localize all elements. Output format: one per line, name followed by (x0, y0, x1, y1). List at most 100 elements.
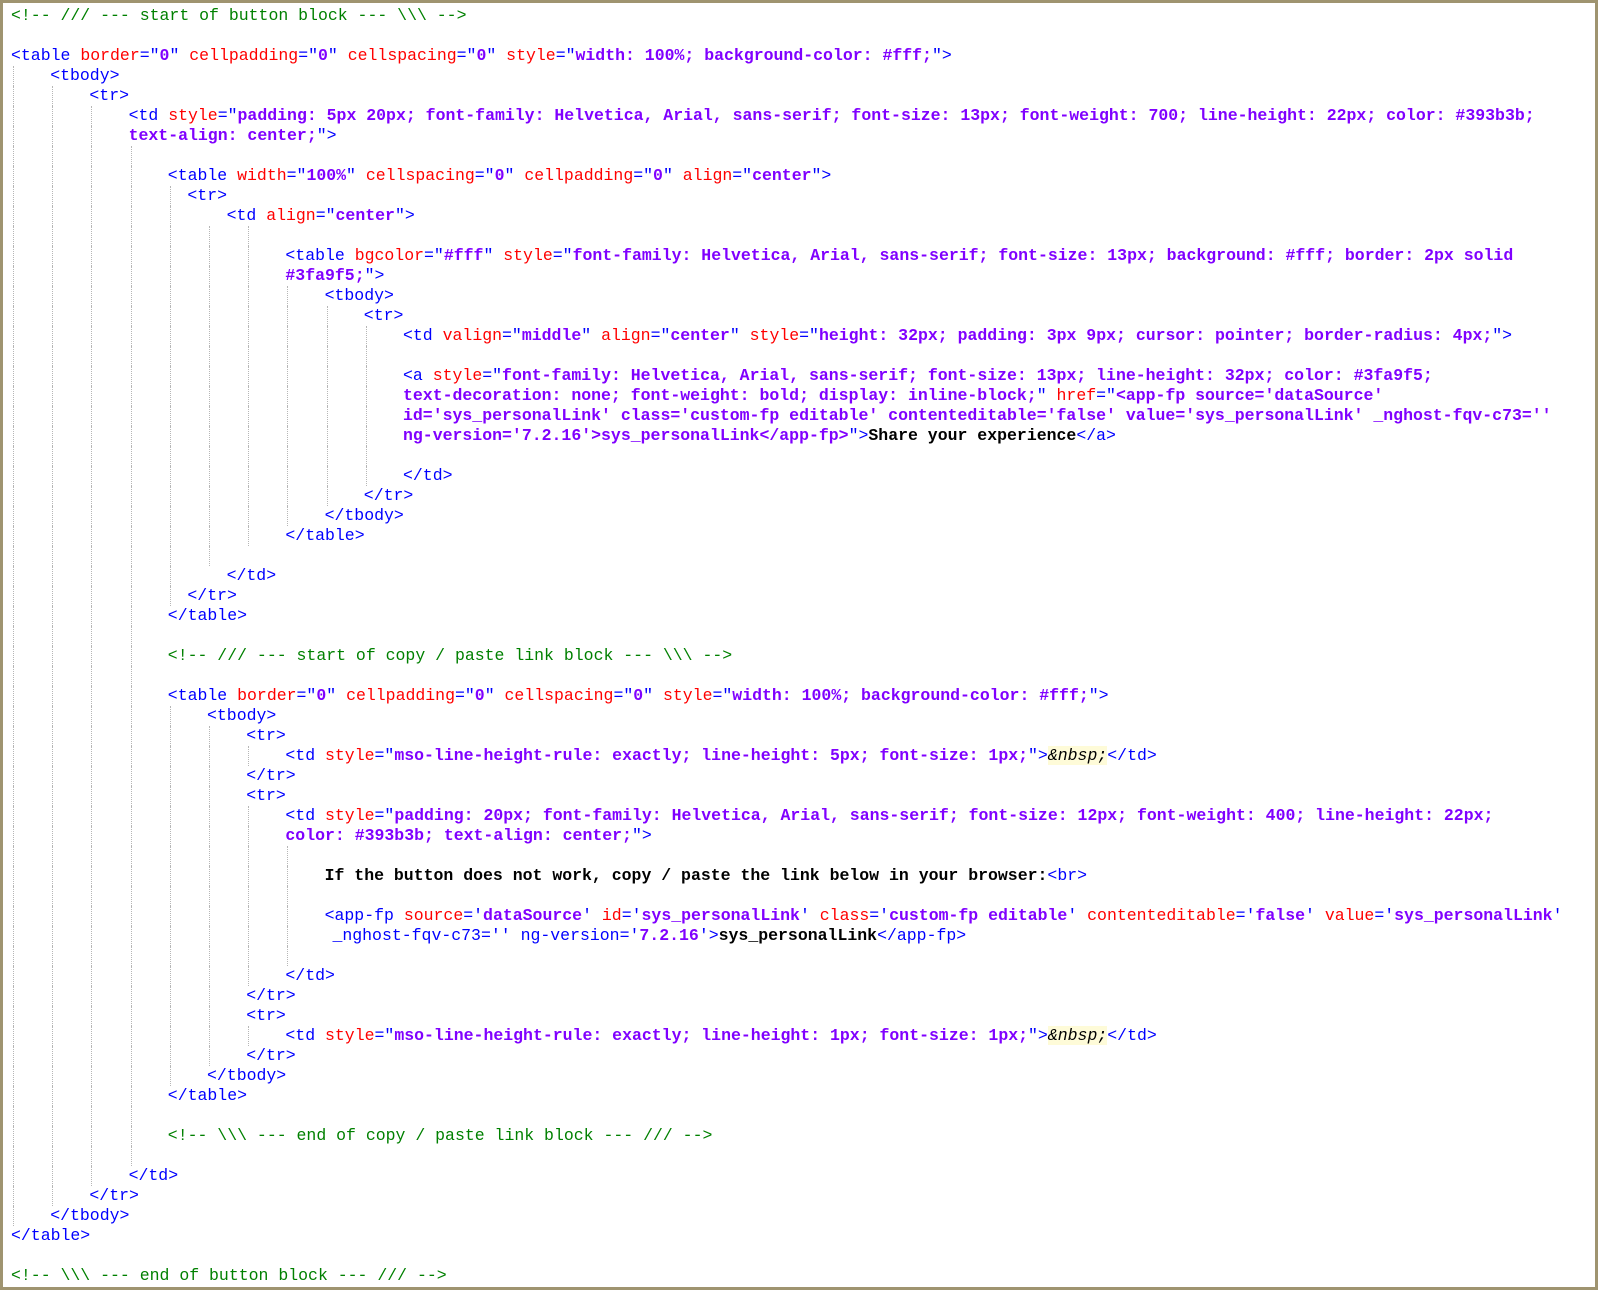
token-tag: =" (298, 46, 318, 65)
code-line: </tr> (11, 586, 1589, 606)
token-tag: </tbody> (50, 1206, 130, 1225)
code-line-content: </tr> (246, 1046, 296, 1066)
token-attr-name: style (325, 1026, 375, 1045)
indent-guide (130, 666, 132, 686)
indent-guide (326, 466, 328, 486)
indent-guide (91, 966, 93, 986)
indent-guide (52, 586, 54, 606)
token-attr-value: mso-line-height-rule: exactly; line-heig… (394, 1026, 1029, 1045)
indent-guide (287, 366, 289, 386)
code-line: <table border="0" cellpadding="0" cellsp… (11, 46, 1589, 66)
indent-guide (13, 66, 14, 86)
indent-guide (52, 1006, 54, 1026)
token-comment: <!-- \\\ --- end of copy / paste link bl… (167, 1126, 713, 1145)
indent-guide (130, 1026, 132, 1046)
token-attr-value: 0 (633, 686, 644, 705)
indent-guide (130, 1126, 132, 1146)
indent-guide (209, 786, 210, 806)
indent-guide (326, 346, 328, 366)
code-line (11, 886, 1589, 906)
code-view[interactable]: <!-- /// --- start of button block --- \… (11, 6, 1589, 1283)
indent-guide (91, 726, 93, 746)
indent-guide (13, 906, 14, 926)
token-comment: <!-- /// --- start of copy / paste link … (167, 646, 733, 665)
token-tag: <td (285, 746, 325, 765)
indent-guide (169, 986, 171, 1006)
indent-guide (169, 526, 171, 546)
indent-guide (91, 706, 93, 726)
indent-guide (13, 466, 14, 486)
indent-guide (287, 426, 289, 446)
code-line-content: <table border="0" cellpadding="0" cellsp… (168, 686, 1109, 706)
token-attr-value: 0 (494, 166, 505, 185)
code-line: </td> (11, 966, 1589, 986)
token-attr-value: custom-fp editable (889, 906, 1068, 925)
indent-guide (248, 946, 250, 966)
indent-guide (169, 1026, 171, 1046)
code-line: </tr> (11, 766, 1589, 786)
token-attr-value: #3fa9f5; (285, 266, 365, 285)
indent-guide (209, 506, 210, 526)
indent-guide (91, 146, 93, 166)
code-line-content: <tr> (246, 786, 286, 806)
indent-guide (209, 866, 210, 886)
token-tag: <td (128, 106, 169, 125)
indent-guide (248, 306, 250, 326)
indent-guide (130, 486, 132, 506)
indent-guide (91, 866, 93, 886)
indent-guide (209, 526, 210, 546)
indent-guide (52, 166, 54, 186)
indent-guide (248, 486, 250, 506)
indent-guide (130, 686, 132, 706)
token-tag: =" (732, 166, 753, 185)
indent-guide (13, 1126, 14, 1146)
token-attr-name: style (168, 106, 218, 125)
indent-guide (326, 446, 328, 466)
indent-guide (209, 806, 210, 826)
indent-guide (52, 146, 54, 166)
indent-guide (169, 466, 171, 486)
indent-guide (13, 806, 14, 826)
indent-guide (91, 946, 93, 966)
indent-guide (52, 246, 54, 266)
code-line-content: <tr> (89, 86, 129, 106)
indent-guide (130, 746, 132, 766)
indent-guide (52, 546, 54, 566)
indent-guide (248, 466, 250, 486)
token-attr-value: 100% (306, 166, 347, 185)
token-attr-name: class (819, 906, 870, 925)
indent-guide (91, 806, 93, 826)
code-line: <td style="padding: 5px 20px; font-famil… (11, 106, 1589, 126)
indent-guide (52, 886, 54, 906)
code-line-content: <!-- /// --- start of copy / paste link … (168, 646, 732, 666)
indent-guide (130, 966, 132, 986)
code-line: text-align: center;"> (11, 126, 1589, 146)
token-tag: "> (631, 826, 652, 845)
token-attr-name: bgcolor (354, 246, 425, 265)
code-line-content: <app-fp source='dataSource' id='sys_pers… (325, 906, 1563, 926)
indent-guide (13, 826, 14, 846)
indent-guide (13, 186, 14, 206)
code-line: </table> (11, 606, 1589, 626)
indent-guide (91, 746, 93, 766)
indent-guide (13, 686, 14, 706)
indent-guide (13, 886, 14, 906)
indent-guide (13, 206, 14, 226)
token-tag: </tr> (246, 766, 296, 785)
token-entity: &nbsp; (1047, 746, 1108, 765)
code-line-content: <table border="0" cellpadding="0" cellsp… (11, 46, 952, 66)
indent-guide (91, 326, 93, 346)
token-attr-value: text-align: center; (128, 126, 317, 145)
code-line (11, 846, 1589, 866)
indent-guide (52, 366, 54, 386)
indent-guide (91, 786, 93, 806)
indent-guide (248, 526, 250, 546)
indent-guide (130, 586, 132, 606)
indent-guide (52, 186, 54, 206)
indent-guide (52, 706, 54, 726)
indent-guide (13, 1146, 14, 1166)
code-line: <td valign="middle" align="center" style… (11, 326, 1589, 346)
token-tag: " (484, 686, 505, 705)
indent-guide (130, 606, 132, 626)
code-line: </tr> (11, 986, 1589, 1006)
